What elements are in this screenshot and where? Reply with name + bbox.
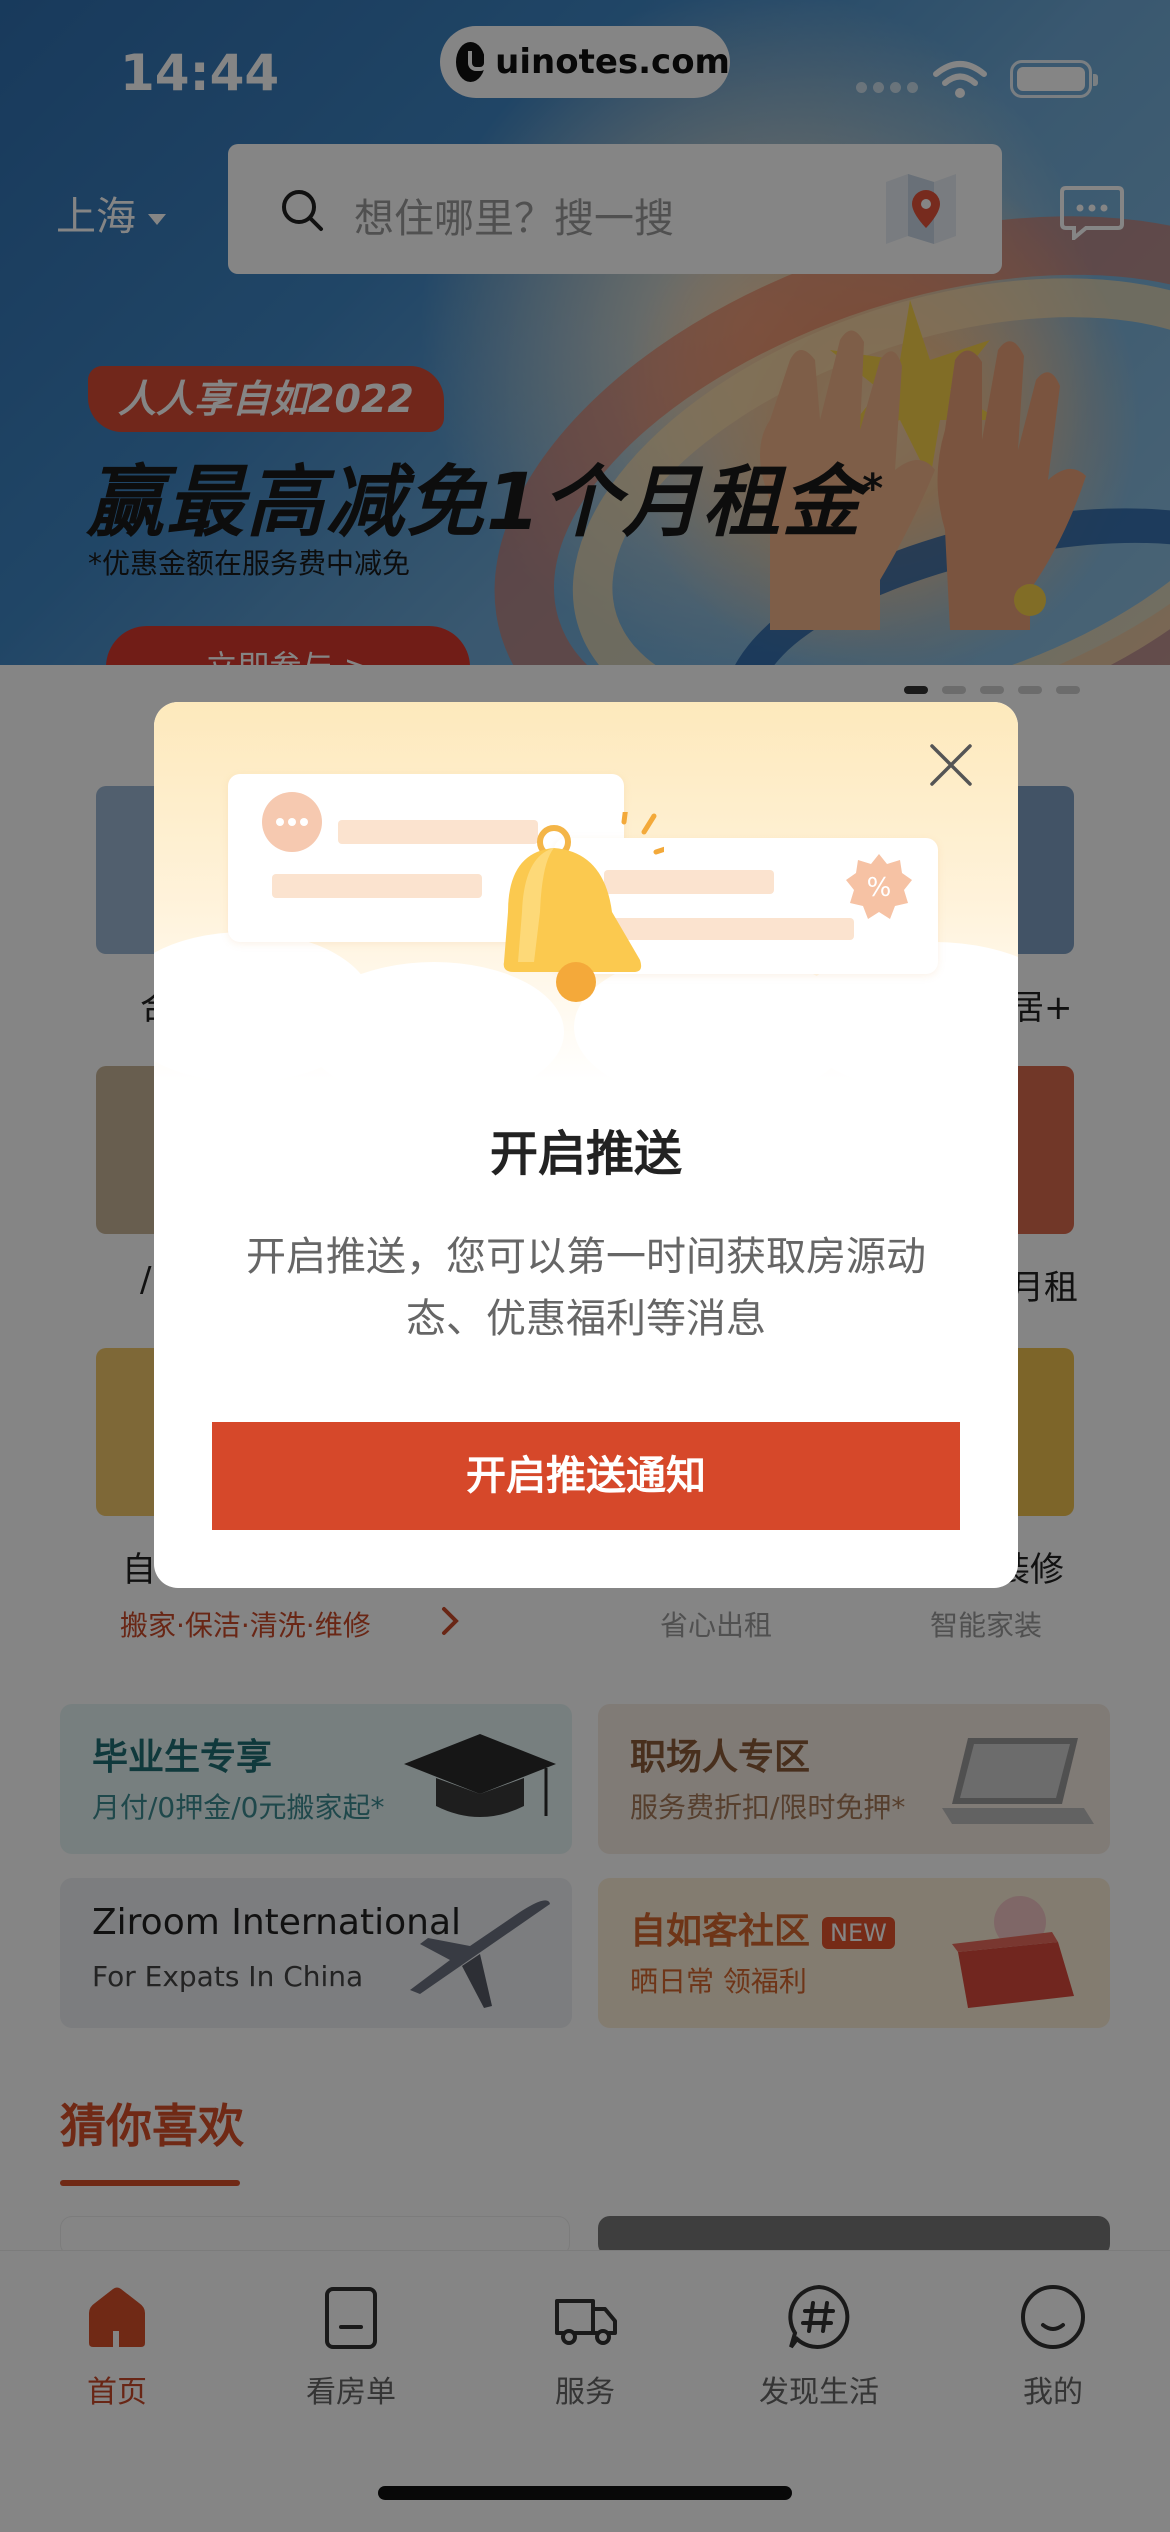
enable-push-button[interactable]: 开启推送通知 [212,1422,960,1530]
dialog-title: 开启推送 [489,1126,682,1182]
percent-badge-icon: % [846,854,912,919]
push-notification-dialog: % 开启推送 开启推送，您可以第一时间获取房源动态、优惠福利等消息 开启推送通知 [154,702,1018,1588]
bell-icon [503,812,664,1002]
close-icon[interactable] [924,738,978,792]
svg-text:%: % [867,873,892,903]
dialog-description: 开启推送，您可以第一时间获取房源动态、优惠福利等消息 [246,1234,926,1342]
chat-dots-icon [262,792,322,852]
dialog-hero-illustration: % [154,702,1018,1102]
